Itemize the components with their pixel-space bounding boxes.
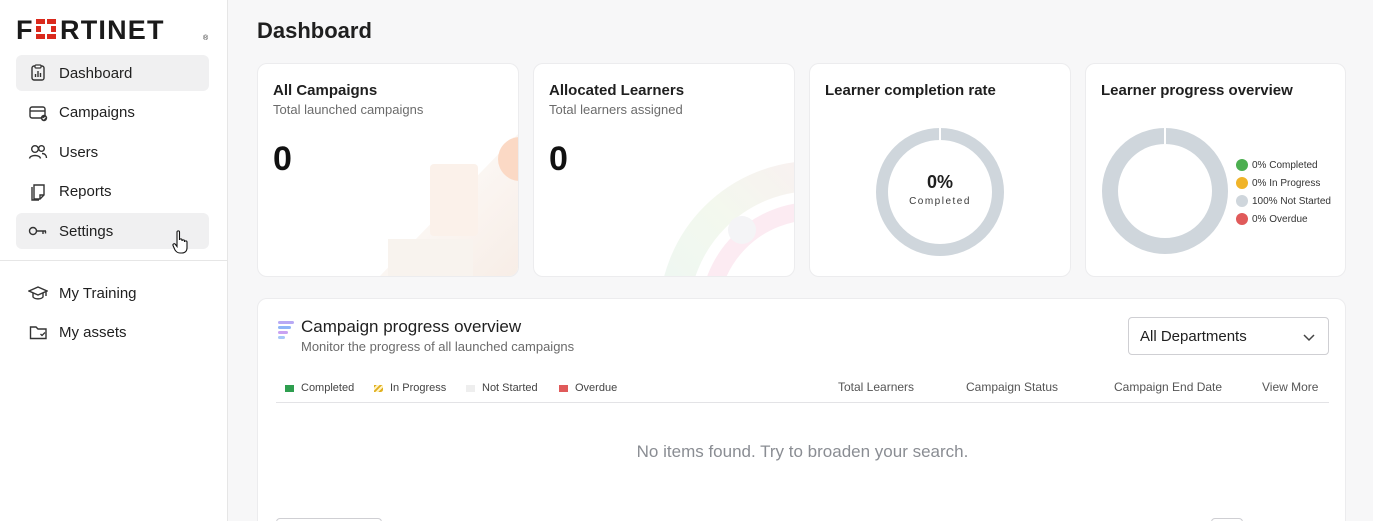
hand-cursor-icon — [172, 230, 188, 254]
sidebar-item-my-training[interactable]: My Training — [16, 275, 209, 311]
card-subtitle: Total launched campaigns — [273, 102, 424, 117]
users-icon — [28, 142, 48, 162]
sidebar-item-label: Reports — [59, 183, 112, 200]
sidebar-item-reports[interactable]: Reports — [16, 174, 209, 210]
svg-text:RTINET: RTINET — [60, 16, 165, 42]
card-decoration-image — [379, 134, 518, 276]
svg-text:F: F — [16, 16, 34, 42]
card-title: Learner completion rate — [825, 82, 996, 99]
legend-in-progress: In Progress — [374, 382, 446, 394]
legend-item: 0% In Progress — [1236, 174, 1331, 192]
progress-donut-chart — [1102, 127, 1228, 254]
donut-center-label: 0% Completed — [874, 172, 1006, 207]
sidebar-item-dashboard[interactable]: Dashboard — [16, 55, 209, 91]
sidebar-item-campaigns[interactable]: Campaigns — [16, 95, 209, 131]
sidebar-item-label: Settings — [59, 222, 114, 240]
main-nav: Dashboard Campaigns Users Reports Settin… — [16, 55, 209, 253]
card-all-campaigns: All Campaigns Total launched campaigns 0 — [257, 63, 519, 277]
column-campaign-status[interactable]: Campaign Status — [966, 380, 1058, 394]
progress-legend: 0% Completed 0% In Progress 100% Not Sta… — [1236, 156, 1331, 228]
graduation-cap-icon — [28, 283, 48, 303]
sidebar-item-label: My Training — [59, 284, 137, 302]
legend-not-started: Not Started — [466, 382, 538, 394]
card-title: Allocated Learners — [549, 82, 685, 99]
dashboard-icon — [28, 63, 48, 83]
fortinet-logo[interactable]: F RTINET ® — [16, 16, 210, 42]
completion-label: Completed — [909, 196, 971, 207]
legend-completed: Completed — [285, 382, 354, 394]
column-campaign-end-date[interactable]: Campaign End Date — [1114, 380, 1222, 394]
panel-title: Campaign progress overview — [301, 317, 522, 336]
svg-text:®: ® — [203, 34, 209, 42]
reports-icon — [28, 182, 48, 202]
chevron-down-icon — [1303, 334, 1315, 342]
card-learner-progress: Learner progress overview 0% Completed 0… — [1085, 63, 1346, 277]
nav-divider — [0, 260, 227, 261]
campaign-count: 0 — [273, 140, 292, 178]
panel-subtitle: Monitor the progress of all launched cam… — [301, 339, 575, 354]
main-content: Dashboard All Campaigns Total launched c… — [228, 0, 1373, 521]
key-icon — [28, 221, 48, 241]
card-subtitle: Total learners assigned — [549, 102, 683, 117]
legend-dot — [1236, 195, 1248, 207]
column-total-learners[interactable]: Total Learners — [838, 380, 914, 394]
page-title: Dashboard — [257, 18, 372, 43]
sidebar-item-users[interactable]: Users — [16, 134, 209, 170]
department-select-value: All Departments — [1140, 327, 1247, 345]
sidebar-item-my-assets[interactable]: My assets — [16, 315, 209, 351]
legend-swatch — [466, 384, 475, 392]
card-title: Learner progress overview — [1101, 82, 1293, 99]
card-decoration-image — [664, 162, 794, 276]
legend-dot — [1236, 177, 1248, 189]
legend-dot — [1236, 159, 1248, 171]
completion-percent: 0% — [926, 172, 953, 192]
campaign-progress-panel: Campaign progress overview Monitor the p… — [257, 298, 1346, 521]
department-select[interactable]: All Departments — [1128, 317, 1329, 355]
legend-dot — [1236, 213, 1248, 225]
card-title: All Campaigns — [273, 82, 378, 99]
legend-swatch — [285, 384, 294, 392]
table-header: Completed In Progress Not Started Overdu… — [276, 373, 1329, 403]
folder-icon — [28, 323, 48, 343]
sidebar-item-label: My assets — [59, 324, 127, 341]
secondary-nav: My Training My assets — [16, 275, 209, 354]
sidebar-item-label: Campaigns — [59, 104, 135, 121]
sidebar: F RTINET ® Dashboard Campaigns Users Rep… — [0, 0, 228, 521]
card-allocated-learners: Allocated Learners Total learners assign… — [533, 63, 795, 277]
legend-swatch — [374, 384, 383, 392]
card-completion-rate: Learner completion rate 0% Completed — [809, 63, 1071, 277]
legend-overdue: Overdue — [559, 382, 617, 394]
legend-item: 0% Overdue — [1236, 210, 1331, 228]
progress-bars-icon — [278, 321, 294, 339]
column-view-more[interactable]: View More — [1262, 380, 1318, 394]
campaigns-icon — [28, 103, 48, 123]
legend-item: 100% Not Started — [1236, 192, 1331, 210]
legend-item: 0% Completed — [1236, 156, 1331, 174]
sidebar-item-label: Users — [59, 143, 99, 161]
empty-state-message: No items found. Try to broaden your sear… — [636, 442, 969, 461]
legend-swatch — [559, 384, 568, 392]
sidebar-item-label: Dashboard — [59, 64, 133, 82]
learner-count: 0 — [549, 140, 568, 178]
